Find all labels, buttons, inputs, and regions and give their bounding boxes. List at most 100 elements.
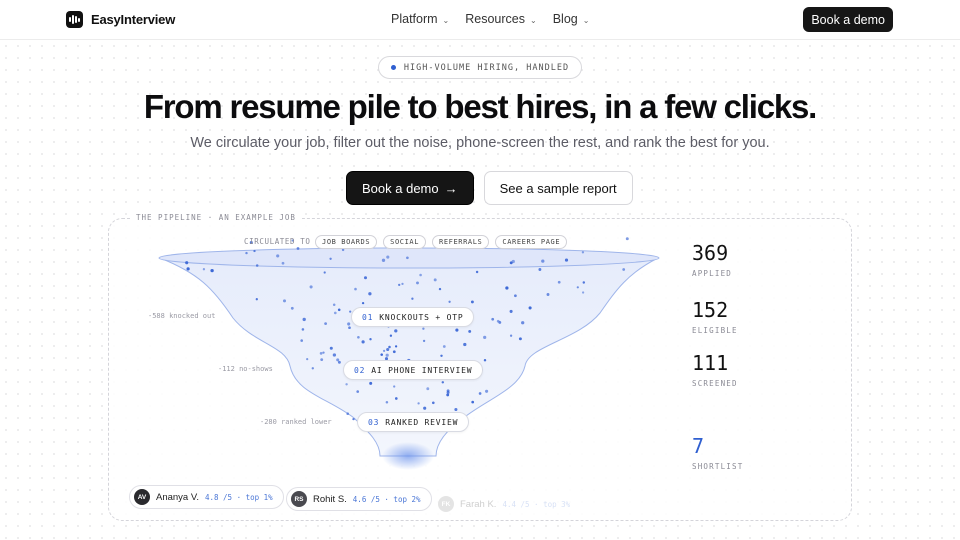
applicant-dot <box>625 237 629 241</box>
metric-value: 152 <box>692 298 729 322</box>
metric-screened: 111 SCREENED <box>692 353 738 388</box>
channel-chip-careers-page: CAREERS PAGE <box>495 235 568 249</box>
nav-label: Resources <box>465 12 525 26</box>
applicant-dot <box>422 327 425 330</box>
applicant-dot <box>306 357 309 361</box>
avatar: AV <box>134 489 150 505</box>
hero-title: From resume pile to best hires, in a few… <box>143 88 818 125</box>
applicant-dot <box>302 317 306 322</box>
applicant-dot <box>448 300 451 303</box>
applicant-dot <box>471 400 475 404</box>
applicant-dot <box>332 303 336 306</box>
applicant-dot <box>346 412 349 415</box>
applicant-dot <box>478 392 482 395</box>
applicant-dot <box>546 293 550 296</box>
applicant-dot <box>389 334 393 337</box>
applicant-dot <box>406 256 409 260</box>
applicant-dot <box>433 278 437 282</box>
applicant-dot <box>185 261 189 265</box>
applicant-dot <box>386 255 390 259</box>
metric-value: 369 <box>692 241 729 265</box>
applicant-dot <box>322 351 325 354</box>
applicant-dot <box>300 339 303 342</box>
applicant-dot <box>454 407 458 412</box>
applicant-dot <box>468 329 472 333</box>
applicant-dot <box>385 353 389 357</box>
brand[interactable]: EasyInterview <box>66 11 175 28</box>
applicant-dot <box>210 268 214 273</box>
logo-waveform-icon <box>66 11 83 28</box>
channel-chips: JOB BOARDS SOCIAL REFERRALS CAREERS PAGE <box>315 235 568 249</box>
applicant-dot <box>333 311 337 315</box>
applicant-dot <box>380 353 383 356</box>
applicant-dot <box>354 287 357 291</box>
funnel-output-glow <box>382 442 434 470</box>
applicant-dot <box>345 383 348 386</box>
book-demo-header-button[interactable]: Book a demo <box>803 7 893 32</box>
applicant-dot <box>576 286 579 289</box>
applicant-dot <box>514 294 517 298</box>
applicant-dot <box>369 338 372 341</box>
sample-report-button[interactable]: See a sample report <box>483 171 633 205</box>
candidate-score: 4.6 /5 · top 2% <box>352 494 421 504</box>
channel-chip-job-boards: JOB BOARDS <box>315 235 378 249</box>
button-label: Book a demo <box>362 180 439 196</box>
metric-label: APPLIED <box>692 269 733 278</box>
applicant-dot <box>253 249 256 253</box>
candidate-card[interactable]: AV Ananya V. 4.8 /5 · top 1% <box>129 485 284 509</box>
applicant-dot <box>417 402 420 405</box>
applicant-dot <box>245 251 248 255</box>
stage-number: 01 <box>362 312 374 322</box>
applicant-dot <box>309 285 313 289</box>
applicant-dot <box>518 337 522 341</box>
applicant-dot <box>368 292 372 296</box>
applicant-dot <box>290 306 294 310</box>
applicant-dot <box>622 268 626 271</box>
applicant-dot <box>255 298 258 301</box>
eyebrow-text: HIGH-VOLUME HIRING, HANDLED <box>403 62 570 73</box>
applicant-dot <box>483 358 487 362</box>
applicant-dot <box>202 268 206 271</box>
book-demo-button[interactable]: Book a demo → <box>346 171 474 205</box>
metric-applied: 369 APPLIED <box>692 243 732 278</box>
chevron-down-icon: ⌄ <box>582 15 590 25</box>
applicant-dot <box>463 342 467 347</box>
stage-phone-interview: 02 AI PHONE INTERVIEW <box>343 360 484 380</box>
stage-ranked-review: 03 RANKED REVIEW <box>357 412 470 432</box>
nav-item-resources[interactable]: Resources ⌄ <box>465 12 536 26</box>
candidate-score: 4.4 /5 · top 3% <box>502 499 571 509</box>
channel-chip-social: SOCIAL <box>383 235 427 249</box>
applicant-dot <box>329 346 333 350</box>
applicant-dot <box>392 350 396 354</box>
nav-item-blog[interactable]: Blog ⌄ <box>553 12 590 26</box>
metric-label: ELIGIBLE <box>692 326 738 335</box>
applicant-dot <box>337 360 341 364</box>
applicant-dot <box>388 345 391 349</box>
chevron-down-icon: ⌄ <box>442 15 450 25</box>
status-dot-icon <box>390 65 396 70</box>
applicant-dot <box>361 340 365 344</box>
applicant-dot <box>446 390 450 395</box>
candidate-card[interactable]: RS Rohit S. 4.6 /5 · top 2% <box>286 487 432 511</box>
applicant-dot <box>336 358 340 362</box>
applicant-dot <box>398 283 401 287</box>
applicant-dot <box>323 271 326 274</box>
applicant-dot <box>281 261 285 265</box>
applicant-dot <box>382 349 386 353</box>
arrow-right-icon: → <box>444 180 458 196</box>
metric-label: SHORTLIST <box>692 462 744 471</box>
applicant-dot <box>423 406 427 410</box>
hero-cta-row: Book a demo → See a sample report <box>346 171 633 205</box>
candidate-card[interactable]: FK Farah K. 4.4 /5 · top 3% <box>433 492 581 516</box>
nav-item-platform[interactable]: Platform ⌄ <box>391 12 449 26</box>
main-nav: Platform ⌄ Resources ⌄ Blog ⌄ <box>391 12 589 26</box>
nav-label: Blog <box>552 12 578 26</box>
applicant-dot <box>541 259 545 263</box>
applicant-dot <box>311 367 314 370</box>
applicant-dot <box>357 335 360 339</box>
applicant-dot <box>496 319 500 323</box>
applicant-dot <box>386 347 390 352</box>
hero-subtitle: We circulate your job, filter out the no… <box>190 135 770 151</box>
top-navigation-bar: EasyInterview Platform ⌄ Resources ⌄ Blo… <box>0 0 960 40</box>
applicant-dot <box>441 381 445 384</box>
